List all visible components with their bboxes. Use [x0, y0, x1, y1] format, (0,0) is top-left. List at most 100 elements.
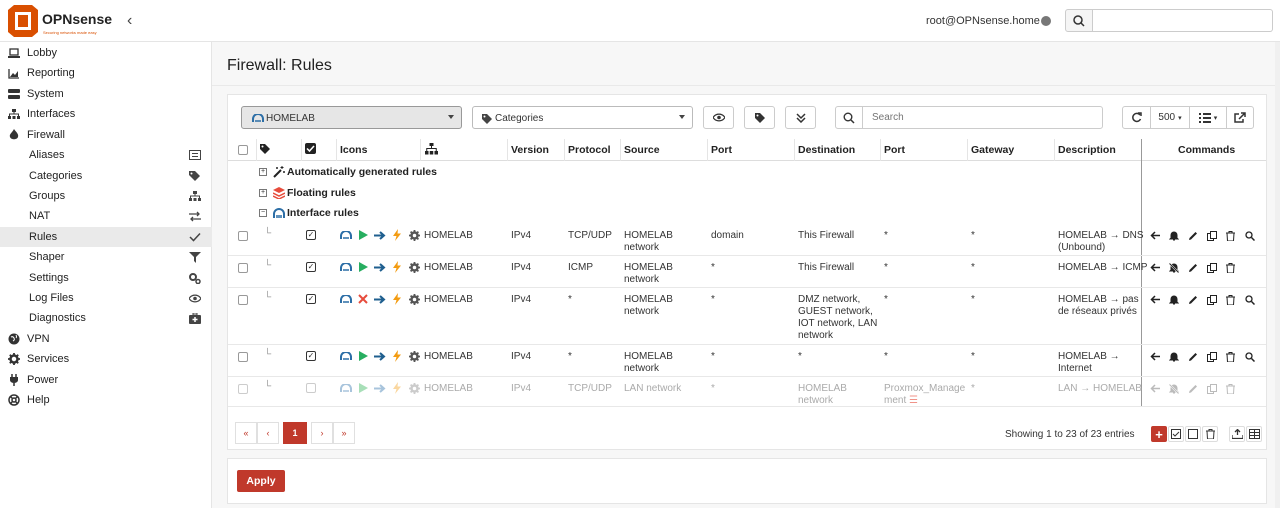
categories-select[interactable]: Categories — [472, 106, 693, 129]
opnsense-logo[interactable]: OPNsense Securing networks made easy — [6, 4, 124, 38]
search-button[interactable] — [835, 106, 863, 129]
sidebar-item-help[interactable]: Help — [0, 390, 212, 410]
page-prev-button[interactable]: ‹ — [257, 422, 279, 444]
col-protocol[interactable]: Protocol — [568, 144, 611, 156]
edit-icon[interactable] — [1186, 229, 1199, 242]
log-disabled-icon[interactable] — [1167, 382, 1180, 395]
delete-icon[interactable] — [1224, 261, 1237, 274]
group-floating-rules[interactable]: + Floating rules — [228, 183, 1266, 203]
sidebar-item-system[interactable]: System — [0, 84, 212, 104]
enable-selected-button[interactable] — [1168, 426, 1184, 442]
collapse-icon[interactable]: − — [259, 209, 267, 217]
status-icon[interactable] — [1041, 16, 1051, 26]
col-icons[interactable]: Icons — [340, 144, 367, 156]
row-select-checkbox[interactable] — [238, 295, 248, 305]
table-row[interactable]: └ ✓ HOMELAB IPv4 ICMP HOMELAB network * This Fir… — [228, 256, 1266, 288]
group-interface-rules[interactable]: − Interface rules — [228, 203, 1266, 223]
disable-selected-button[interactable] — [1185, 426, 1201, 442]
sidebar-item-firewall[interactable]: Firewall — [0, 125, 212, 145]
col-version[interactable]: Version — [511, 144, 549, 156]
clone-icon[interactable] — [1205, 293, 1218, 306]
table-row[interactable]: └ HOMELAB IPv4 TCP/UDP LAN network * HOMELAB ne… — [228, 377, 1266, 407]
col-source[interactable]: Source — [624, 144, 660, 156]
refresh-button[interactable] — [1122, 106, 1151, 129]
columns-dropdown[interactable]: ▾ — [1189, 106, 1227, 129]
search-input[interactable] — [862, 106, 1103, 129]
table-row[interactable]: └ ✓ HOMELAB IPv4 TCP/UDP HOMELAB network domain… — [228, 224, 1266, 256]
move-before-icon[interactable] — [1148, 350, 1161, 363]
search-icon[interactable] — [1243, 229, 1256, 242]
search-icon[interactable] — [1243, 350, 1256, 363]
enabled-toggle[interactable] — [306, 383, 316, 393]
sidebar-item-shaper[interactable]: Shaper — [0, 247, 212, 267]
top-search-button[interactable] — [1065, 9, 1093, 32]
enabled-toggle[interactable]: ✓ — [306, 230, 316, 240]
search-icon[interactable] — [1243, 293, 1256, 306]
user-menu[interactable]: root@OPNsense.home — [926, 15, 1040, 27]
col-source-port[interactable]: Port — [711, 144, 732, 156]
table-view-button[interactable] — [1246, 426, 1262, 442]
sidebar-item-aliases[interactable]: Aliases — [0, 145, 212, 165]
row-select-checkbox[interactable] — [238, 384, 248, 394]
edit-icon[interactable] — [1186, 293, 1199, 306]
sidebar-item-groups[interactable]: Groups — [0, 186, 212, 206]
move-before-icon[interactable] — [1148, 229, 1161, 242]
sidebar-item-services[interactable]: Services — [0, 349, 212, 369]
row-select-checkbox[interactable] — [238, 231, 248, 241]
page-scrollbar[interactable] — [1275, 42, 1280, 508]
sidebar-collapse-icon[interactable]: ‹ — [127, 12, 132, 30]
expand-icon[interactable]: + — [259, 189, 267, 197]
sidebar-item-interfaces[interactable]: Interfaces — [0, 104, 212, 124]
table-row[interactable]: └ ✓ HOMELAB IPv4 * HOMELAB network * DMZ network… — [228, 288, 1266, 345]
delete-icon[interactable] — [1224, 293, 1237, 306]
col-description[interactable]: Description — [1058, 144, 1116, 156]
move-before-icon[interactable] — [1148, 382, 1161, 395]
col-destination[interactable]: Destination — [798, 144, 855, 156]
edit-icon[interactable] — [1186, 261, 1199, 274]
log-enabled-icon[interactable] — [1167, 229, 1180, 242]
sidebar-item-vpn[interactable]: VPN — [0, 329, 212, 349]
delete-icon[interactable] — [1224, 350, 1237, 363]
page-last-button[interactable]: » — [333, 422, 355, 444]
table-row[interactable]: └ ✓ HOMELAB IPv4 * HOMELAB network * * * * HOMELAB … — [228, 345, 1266, 377]
log-enabled-icon[interactable] — [1167, 293, 1180, 306]
export-button[interactable] — [1226, 106, 1254, 129]
col-destination-port[interactable]: Port — [884, 144, 905, 156]
enabled-toggle[interactable]: ✓ — [306, 262, 316, 272]
sidebar-item-lobby[interactable]: Lobby — [0, 43, 212, 63]
add-rule-button[interactable]: + — [1151, 426, 1167, 442]
clone-icon[interactable] — [1205, 261, 1218, 274]
tag-toggle-button[interactable] — [744, 106, 775, 129]
edit-icon[interactable] — [1186, 382, 1199, 395]
delete-icon[interactable] — [1224, 229, 1237, 242]
interface-select[interactable]: HOMELAB — [241, 106, 462, 129]
log-enabled-icon[interactable] — [1167, 350, 1180, 363]
row-select-checkbox[interactable] — [238, 352, 248, 362]
page-current-button[interactable]: 1 — [283, 422, 307, 444]
edit-icon[interactable] — [1186, 350, 1199, 363]
move-before-icon[interactable] — [1148, 261, 1161, 274]
delete-selected-button[interactable] — [1202, 426, 1218, 442]
group-auto-rules[interactable]: + Automatically generated rules — [228, 162, 1266, 182]
inspect-toggle-button[interactable] — [703, 106, 734, 129]
apply-button[interactable]: Apply — [237, 470, 285, 492]
sidebar-item-categories[interactable]: Categories — [0, 166, 212, 186]
sidebar-item-settings[interactable]: Settings — [0, 268, 212, 288]
row-select-checkbox[interactable] — [238, 263, 248, 273]
page-size-dropdown[interactable]: 500 ▾ — [1150, 106, 1190, 129]
page-next-button[interactable]: › — [311, 422, 333, 444]
alias-list-icon[interactable]: ☰ — [909, 395, 918, 406]
import-button[interactable] — [1229, 426, 1245, 442]
enabled-toggle[interactable]: ✓ — [306, 294, 316, 304]
expand-icon[interactable]: + — [259, 168, 267, 176]
top-search-input[interactable] — [1093, 9, 1273, 32]
clone-icon[interactable] — [1205, 229, 1218, 242]
page-first-button[interactable]: « — [235, 422, 257, 444]
sidebar-item-rules[interactable]: Rules — [0, 227, 212, 247]
move-before-icon[interactable] — [1148, 293, 1161, 306]
select-all-checkbox[interactable] — [238, 145, 248, 155]
expand-all-button[interactable] — [785, 106, 816, 129]
enabled-toggle[interactable]: ✓ — [306, 351, 316, 361]
sidebar-item-log-files[interactable]: Log Files — [0, 288, 212, 308]
sidebar-item-power[interactable]: Power — [0, 370, 212, 390]
